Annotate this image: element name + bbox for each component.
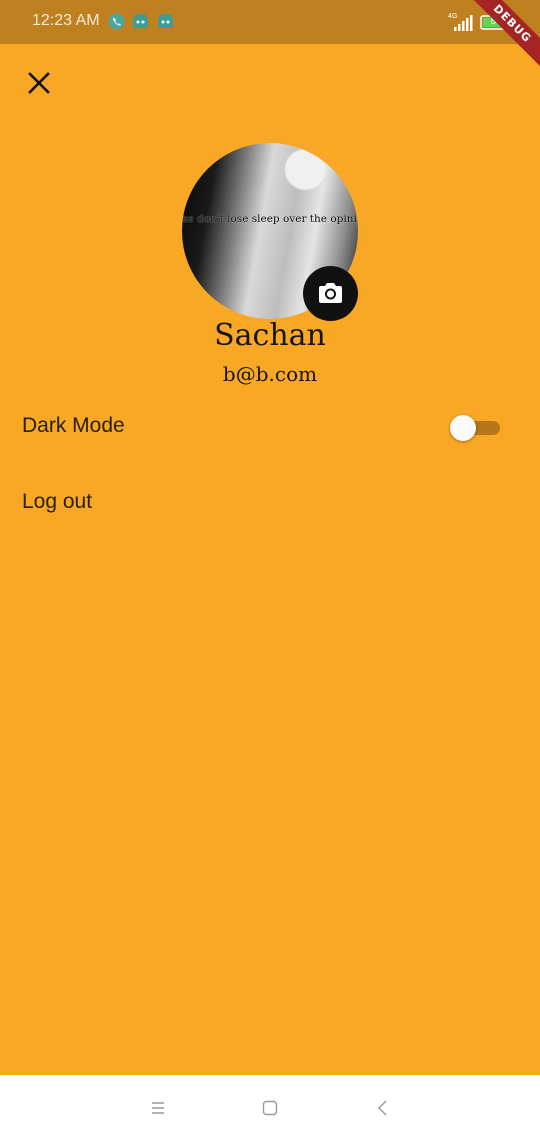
home-icon[interactable]: [259, 1097, 281, 1119]
signal-icon: 4G: [448, 13, 473, 31]
dark-mode-label: Dark Mode: [22, 414, 125, 437]
logout-button[interactable]: Log out: [22, 490, 92, 514]
toggle-thumb: [450, 415, 476, 441]
camera-icon: [319, 283, 342, 303]
status-time: 12:23 AM: [32, 12, 100, 29]
close-button[interactable]: [20, 64, 58, 102]
system-navigation-bar: [0, 1075, 540, 1140]
status-bar: 12:23 AM 4G 80: [0, 0, 540, 44]
app-notification-icon: [133, 14, 148, 28]
close-icon: [28, 72, 50, 94]
dark-mode-toggle[interactable]: [450, 414, 502, 441]
back-icon[interactable]: [372, 1097, 394, 1119]
profile-avatar-container: ves don't lose sleep over the opinion of: [182, 143, 358, 321]
avatar-image-caption: ves don't lose sleep over the opinion of: [182, 213, 358, 225]
phone-call-icon: [108, 13, 125, 30]
svg-text:4G: 4G: [448, 13, 457, 20]
change-photo-button[interactable]: [303, 266, 358, 321]
user-name: Sachan: [214, 318, 326, 353]
user-email: b@b.com: [222, 362, 318, 386]
app-notification-icon: [158, 14, 173, 28]
menu-icon[interactable]: [147, 1097, 169, 1119]
